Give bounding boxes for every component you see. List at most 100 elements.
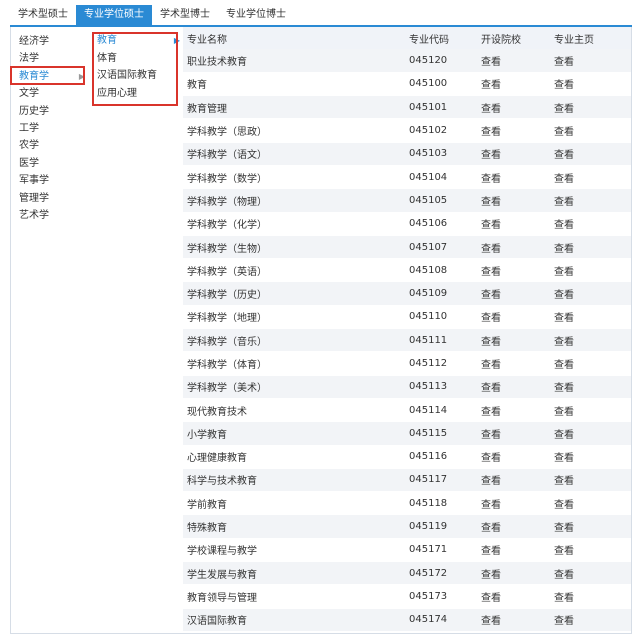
content-panel: 经济学法学教育学 ▶ 文学 历史学工学农学医学 军事学 管理学 艺术学 教育 ▶ 体育 汉语国际教… bbox=[10, 27, 632, 634]
major-code-cell: 045104 bbox=[405, 165, 477, 190]
major-name-cell: 教育 bbox=[183, 72, 405, 97]
view-homepage-link[interactable]: 查看 bbox=[550, 258, 631, 283]
major-name-cell: 学科教学（体育） bbox=[183, 351, 405, 376]
view-homepage-link[interactable]: 查看 bbox=[550, 188, 631, 213]
major-code-cell: 045119 bbox=[405, 514, 477, 539]
category-item[interactable]: 艺术学 bbox=[11, 207, 91, 224]
view-schools-link[interactable]: 查看 bbox=[477, 538, 550, 563]
major-table-container: 专业名称 专业代码 开设院校 专业主页 职业技术教育 045120 查看 查看 教育 04… bbox=[183, 27, 631, 632]
view-homepage-link[interactable]: 查看 bbox=[550, 328, 631, 353]
view-homepage-link[interactable]: 查看 bbox=[550, 608, 631, 632]
category-item[interactable]: 历史学 bbox=[11, 103, 91, 120]
view-schools-link[interactable]: 查看 bbox=[477, 608, 550, 632]
view-schools-link[interactable]: 查看 bbox=[477, 584, 550, 609]
view-schools-link[interactable]: 查看 bbox=[477, 118, 550, 143]
view-homepage-link[interactable]: 查看 bbox=[550, 398, 631, 423]
view-homepage-link[interactable]: 查看 bbox=[550, 445, 631, 469]
view-schools-link[interactable]: 查看 bbox=[477, 398, 550, 423]
view-schools-link[interactable]: 查看 bbox=[477, 49, 550, 73]
category-label: 工学 bbox=[19, 122, 39, 134]
category-item[interactable]: 农学 bbox=[11, 137, 91, 154]
table-header-row: 专业名称 专业代码 开设院校 专业主页 bbox=[183, 27, 631, 49]
major-name-cell: 学科教学（生物） bbox=[183, 235, 405, 260]
major-name-cell: 学生发展与教育 bbox=[183, 561, 405, 586]
view-homepage-link[interactable]: 查看 bbox=[550, 118, 631, 143]
view-homepage-link[interactable]: 查看 bbox=[550, 468, 631, 493]
major-code-cell: 045112 bbox=[405, 351, 477, 376]
category-item[interactable]: 工学 bbox=[11, 120, 91, 137]
subcategory-item[interactable]: 汉语国际教育 bbox=[91, 67, 182, 85]
view-homepage-link[interactable]: 查看 bbox=[550, 305, 631, 330]
view-homepage-link[interactable]: 查看 bbox=[550, 561, 631, 586]
subcategory-item[interactable]: 教育 ▶ bbox=[91, 32, 182, 50]
category-item[interactable]: 文学 bbox=[11, 85, 91, 102]
view-schools-link[interactable]: 查看 bbox=[477, 72, 550, 97]
view-homepage-link[interactable]: 查看 bbox=[550, 281, 631, 306]
major-name-cell: 学校课程与教学 bbox=[183, 538, 405, 563]
view-homepage-link[interactable]: 查看 bbox=[550, 375, 631, 399]
view-homepage-link[interactable]: 查看 bbox=[550, 421, 631, 446]
view-homepage-link[interactable]: 查看 bbox=[550, 584, 631, 609]
view-schools-link[interactable]: 查看 bbox=[477, 328, 550, 353]
view-schools-link[interactable]: 查看 bbox=[477, 445, 550, 469]
view-schools-link[interactable]: 查看 bbox=[477, 281, 550, 306]
table-row: 学前教育 045118 查看 查看 bbox=[183, 491, 631, 516]
view-homepage-link[interactable]: 查看 bbox=[550, 491, 631, 516]
view-schools-link[interactable]: 查看 bbox=[477, 351, 550, 376]
view-schools-link[interactable]: 查看 bbox=[477, 142, 550, 166]
view-homepage-link[interactable]: 查看 bbox=[550, 142, 631, 166]
view-homepage-link[interactable]: 查看 bbox=[550, 72, 631, 97]
view-schools-link[interactable]: 查看 bbox=[477, 375, 550, 399]
view-schools-link[interactable]: 查看 bbox=[477, 468, 550, 493]
table-row: 学科教学（美术） 045113 查看 查看 bbox=[183, 375, 631, 399]
category-item[interactable]: 军事学 bbox=[11, 172, 91, 189]
view-schools-link[interactable]: 查看 bbox=[477, 95, 550, 120]
category-item[interactable]: 经济学 bbox=[11, 33, 91, 50]
view-schools-link[interactable]: 查看 bbox=[477, 212, 550, 236]
major-code-cell: 045173 bbox=[405, 584, 477, 609]
tab-degree-type[interactable]: 专业学位博士 bbox=[218, 5, 294, 25]
major-name-cell: 科学与技术教育 bbox=[183, 468, 405, 493]
major-code-cell: 045114 bbox=[405, 398, 477, 423]
category-item[interactable]: 医学 bbox=[11, 155, 91, 172]
tab-degree-type[interactable]: 学术型博士 bbox=[152, 5, 218, 25]
tab-degree-type[interactable]: 学术型硕士 bbox=[10, 5, 76, 25]
table-row: 学科教学（思政） 045102 查看 查看 bbox=[183, 118, 631, 143]
category-label: 农学 bbox=[19, 140, 39, 152]
table-row: 学生发展与教育 045172 查看 查看 bbox=[183, 561, 631, 586]
major-code-cell: 045115 bbox=[405, 421, 477, 446]
category-label: 法学 bbox=[19, 53, 39, 65]
category-item[interactable]: 法学 bbox=[11, 50, 91, 67]
view-schools-link[interactable]: 查看 bbox=[477, 258, 550, 283]
view-homepage-link[interactable]: 查看 bbox=[550, 49, 631, 73]
major-name-cell: 心理健康教育 bbox=[183, 445, 405, 469]
view-homepage-link[interactable]: 查看 bbox=[550, 514, 631, 539]
view-homepage-link[interactable]: 查看 bbox=[550, 95, 631, 120]
table-row: 科学与技术教育 045117 查看 查看 bbox=[183, 468, 631, 493]
tab-degree-type[interactable]: 专业学位硕士 bbox=[76, 5, 152, 25]
subcategory-item[interactable]: 应用心理 bbox=[91, 85, 182, 103]
view-homepage-link[interactable]: 查看 bbox=[550, 165, 631, 190]
view-schools-link[interactable]: 查看 bbox=[477, 561, 550, 586]
major-name-cell: 学科教学（美术） bbox=[183, 375, 405, 399]
view-homepage-link[interactable]: 查看 bbox=[550, 235, 631, 260]
category-item[interactable]: 教育学 ▶ bbox=[11, 68, 91, 85]
view-homepage-link[interactable]: 查看 bbox=[550, 538, 631, 563]
major-code-cell: 045110 bbox=[405, 305, 477, 330]
major-name-cell: 学科教学（化学） bbox=[183, 212, 405, 236]
view-schools-link[interactable]: 查看 bbox=[477, 235, 550, 260]
view-schools-link[interactable]: 查看 bbox=[477, 305, 550, 330]
header-major-code: 专业代码 bbox=[405, 27, 477, 49]
subcategory-item[interactable]: 体育 bbox=[91, 50, 182, 68]
view-schools-link[interactable]: 查看 bbox=[477, 514, 550, 539]
category-item[interactable]: 管理学 bbox=[11, 190, 91, 207]
view-homepage-link[interactable]: 查看 bbox=[550, 212, 631, 236]
table-row: 学科教学（音乐） 045111 查看 查看 bbox=[183, 328, 631, 353]
major-code-cell: 045172 bbox=[405, 561, 477, 586]
major-code-cell: 045120 bbox=[405, 49, 477, 73]
view-schools-link[interactable]: 查看 bbox=[477, 188, 550, 213]
view-schools-link[interactable]: 查看 bbox=[477, 491, 550, 516]
view-schools-link[interactable]: 查看 bbox=[477, 421, 550, 446]
view-schools-link[interactable]: 查看 bbox=[477, 165, 550, 190]
view-homepage-link[interactable]: 查看 bbox=[550, 351, 631, 376]
